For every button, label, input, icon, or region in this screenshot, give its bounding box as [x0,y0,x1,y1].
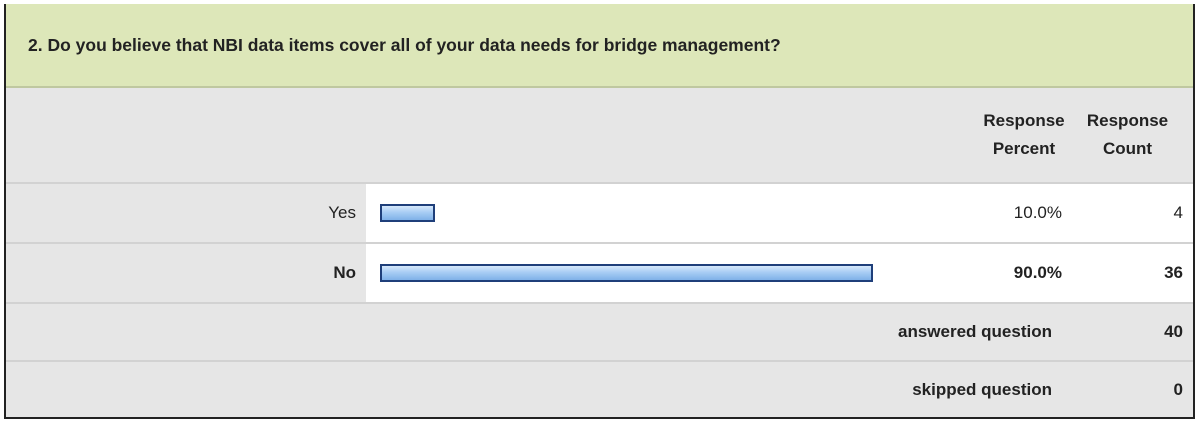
answer-label-yes: Yes [328,203,356,222]
skipped-question-value: 0 [1173,380,1183,399]
question-title: 2. Do you believe that NBI data items co… [6,4,1193,88]
bar-cell-yes [366,184,946,242]
survey-question-panel: 2. Do you believe that NBI data items co… [4,4,1195,419]
header-response-percent: Response Percent [946,88,1065,182]
table-row-no: No 90.0% 36 [6,244,1193,304]
header-count-line1: Response [1086,111,1169,130]
header-bar-cell [366,88,946,182]
answered-question-value: 40 [1164,322,1183,341]
header-response-count: Response Count [1062,88,1193,182]
count-no: 36 [1062,244,1193,302]
header-label-cell [6,88,366,182]
table-header-row: Response Percent Response Count [6,88,1193,184]
header-percent-line1: Response [983,111,1065,130]
percent-yes: 10.0% [946,184,1062,242]
answered-question-row: answered question 40 [6,304,1193,362]
table-row-yes: Yes 10.0% 4 [6,184,1193,244]
skipped-question-row: skipped question 0 [6,362,1193,417]
count-yes: 4 [1062,184,1193,242]
bar-no [380,264,873,282]
bar-yes [380,204,435,222]
bar-cell-no [366,244,946,302]
answer-label-no: No [333,263,356,282]
header-count-line2: Count [1102,139,1153,158]
percent-no: 90.0% [946,244,1062,302]
answered-question-label: answered question [898,322,1052,341]
header-percent-line2: Percent [992,139,1056,158]
skipped-question-label: skipped question [912,380,1052,399]
